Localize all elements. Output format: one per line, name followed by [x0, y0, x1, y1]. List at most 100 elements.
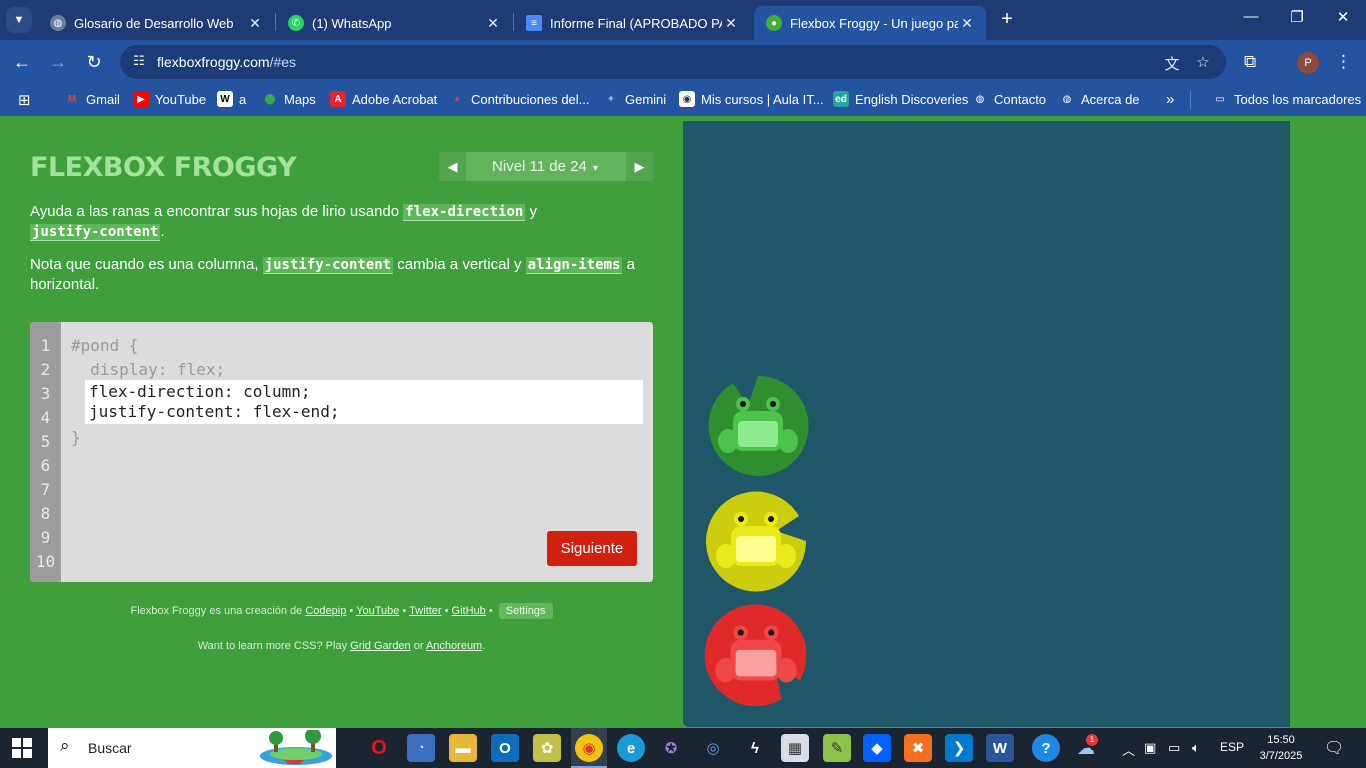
keyword-justify-content[interactable]: justify-content [30, 224, 161, 241]
new-tab-button[interactable]: + [996, 8, 1018, 30]
close-icon[interactable]: ✕ [484, 15, 502, 32]
chevron-down-icon: ▼ [13, 14, 25, 26]
windows-start-icon[interactable] [12, 738, 32, 758]
restore-button[interactable]: ❐ [1282, 8, 1312, 26]
tab-search-button[interactable]: ▼ [6, 7, 32, 33]
help-icon[interactable]: ? [1032, 734, 1060, 762]
url-text[interactable]: flexboxfroggy.com/#es [157, 54, 296, 70]
more-bookmarks-icon[interactable]: » [1166, 91, 1174, 108]
back-button[interactable]: ← [10, 50, 34, 74]
bookmark-maps[interactable]: ⬤ Maps [262, 91, 315, 107]
taskbar-search-box[interactable]: ⌕ Buscar [48, 728, 336, 768]
search-icon: ⌕ [60, 736, 70, 755]
tab-whatsapp[interactable]: ✆ (1) WhatsApp ✕ [276, 6, 512, 40]
settings-button[interactable]: Settings [498, 603, 553, 619]
close-icon[interactable]: ✕ [722, 15, 740, 32]
forward-button[interactable]: → [46, 50, 70, 74]
bookmark-mis-cursos[interactable]: ◉ Mis cursos | Aula IT... [679, 91, 824, 107]
xampp-icon[interactable]: ✖ [904, 734, 932, 762]
link-twitter[interactable]: Twitter [409, 605, 441, 617]
previous-level-button[interactable]: ◀ [439, 152, 466, 181]
close-icon[interactable]: ✕ [246, 15, 264, 32]
instructions-paragraph-1: Ayuda a las ranas a encontrar sus hojas … [30, 203, 537, 241]
tab-title: Flexbox Froggy - Un juego para [790, 15, 958, 31]
code-line: display: flex; [71, 360, 226, 379]
link-anchoreum[interactable]: Anchoreum [426, 640, 482, 652]
app-icon[interactable]: ▦ [781, 734, 809, 762]
app-icon[interactable]: ✿ [533, 734, 561, 762]
site-settings-icon[interactable]: ☷ [130, 53, 148, 71]
taskbar: ⌕ Buscar O ◔ ▬ O ✿ ◉ e ✪ ◎ ϟ ▦ ✎ ◆ ✖ ❯ W… [0, 728, 1366, 768]
close-icon[interactable]: ✕ [958, 15, 976, 32]
keyword-justify-content[interactable]: justify-content [262, 257, 394, 274]
link-youtube[interactable]: YouTube [356, 605, 399, 617]
level-dropdown[interactable]: Nivel 11 de 24 ▼ [466, 152, 626, 181]
tab-title: Informe Final (APROBADO PARA [550, 15, 722, 31]
line-number: 1 [40, 336, 51, 355]
tray-chevron-up-icon[interactable]: ︿ [1122, 740, 1135, 759]
globe-icon: ◍ [50, 15, 66, 31]
bookmark-contacto[interactable]: ◍ Contacto [972, 91, 1046, 107]
app-icon[interactable]: ◔ [407, 734, 435, 762]
bookmarks-bar: ⊞ M Gmail ▶ YouTube Wa ⬤ Maps A Adobe Acroba… [0, 84, 1366, 116]
line-number: 4 [40, 408, 51, 427]
link-github[interactable]: GitHub [452, 605, 486, 617]
reload-button[interactable]: ↻ [82, 50, 106, 74]
app-icon[interactable]: ◎ [699, 734, 727, 762]
profile-avatar[interactable]: P [1297, 52, 1319, 74]
vscode-icon[interactable]: ❯ [945, 734, 973, 762]
keyword-flex-direction[interactable]: flex-direction [403, 204, 526, 221]
extensions-icon[interactable]: ⧉ [1244, 52, 1256, 72]
word-icon[interactable]: W [986, 734, 1014, 762]
bookmark-english-discoveries[interactable]: ed English Discoveries [833, 91, 968, 107]
minimize-button[interactable]: — [1236, 8, 1266, 25]
line-number: 5 [40, 432, 51, 451]
tab-glosario[interactable]: ◍ Glosario de Desarrollo Web ✕ [38, 6, 274, 40]
folder-icon: ▭ [1215, 93, 1225, 105]
globe-icon: ◍ [1062, 93, 1072, 105]
next-button[interactable]: Siguiente [547, 531, 637, 566]
tab-flexbox-froggy[interactable]: ● Flexbox Froggy - Un juego para ✕ [754, 6, 986, 40]
notifications-icon[interactable]: 🗨︎ [1324, 738, 1344, 758]
credits: Flexbox Froggy es una creación de Codepi… [30, 603, 653, 619]
link-codepip[interactable]: Codepip [305, 605, 346, 617]
language-indicator[interactable]: ESP [1220, 740, 1244, 754]
chrome-icon[interactable]: ◉ [575, 734, 603, 762]
outlook-icon[interactable]: O [491, 734, 519, 762]
bookmark-acerca-de[interactable]: ◍ Acerca de [1059, 91, 1140, 107]
next-level-button[interactable]: ▶ [626, 152, 653, 181]
address-bar[interactable]: ☷ flexboxfroggy.com/#es 文 ☆ [120, 45, 1226, 79]
css-answer-input[interactable] [85, 380, 643, 424]
link-grid-garden[interactable]: Grid Garden [350, 640, 411, 652]
app-icon[interactable]: ϟ [741, 734, 769, 762]
css-editor: 1 2 3 4 5 6 7 8 9 10 #pond { display: fl… [30, 322, 653, 582]
battery-icon[interactable]: ▭ [1168, 740, 1180, 756]
line-number: 9 [40, 528, 51, 547]
bookmarks-divider [1190, 91, 1191, 109]
volume-icon[interactable]: 🔈︎ [1192, 740, 1200, 756]
game-page: FLEXBOX FROGGY ◀ Nivel 11 de 24 ▼ ▶ Ayud… [0, 116, 1366, 728]
clock[interactable]: 15:50 3/7/2025 [1258, 732, 1304, 764]
all-bookmarks-folder[interactable]: ▭ Todos los marcadores [1212, 91, 1361, 107]
bookmark-gemini[interactable]: ✦ Gemini [603, 91, 666, 107]
bookmark-youtube[interactable]: ▶ YouTube [133, 91, 206, 107]
menu-icon[interactable]: ⋮ [1335, 52, 1352, 72]
app-icon[interactable]: ✎ [823, 734, 851, 762]
network-icon[interactable]: ▣ [1144, 740, 1156, 756]
dropbox-icon[interactable]: ◆ [863, 734, 891, 762]
bookmark-star-icon[interactable]: ☆ [1193, 53, 1213, 71]
keyword-align-items[interactable]: align-items [525, 257, 623, 274]
edge-icon[interactable]: e [617, 734, 645, 762]
bookmark-gmail[interactable]: M Gmail [64, 91, 120, 107]
close-window-button[interactable]: ✕ [1328, 8, 1358, 26]
bookmark-wikipedia[interactable]: Wa [217, 91, 246, 107]
file-explorer-icon[interactable]: ▬ [449, 734, 477, 762]
translate-icon[interactable]: 文 [1162, 53, 1182, 73]
apps-grid-icon[interactable]: ⊞ [18, 91, 31, 109]
tab-informe-final[interactable]: ≡ Informe Final (APROBADO PARA ✕ [514, 6, 750, 40]
app-icon[interactable]: ✪ [657, 734, 685, 762]
opera-icon[interactable]: O [365, 734, 393, 762]
bookmark-adobe-acrobat[interactable]: A Adobe Acrobat [330, 91, 437, 107]
bookmark-contribuciones[interactable]: ♦ Contribuciones del... [449, 91, 589, 107]
code-line: #pond { [71, 336, 139, 355]
